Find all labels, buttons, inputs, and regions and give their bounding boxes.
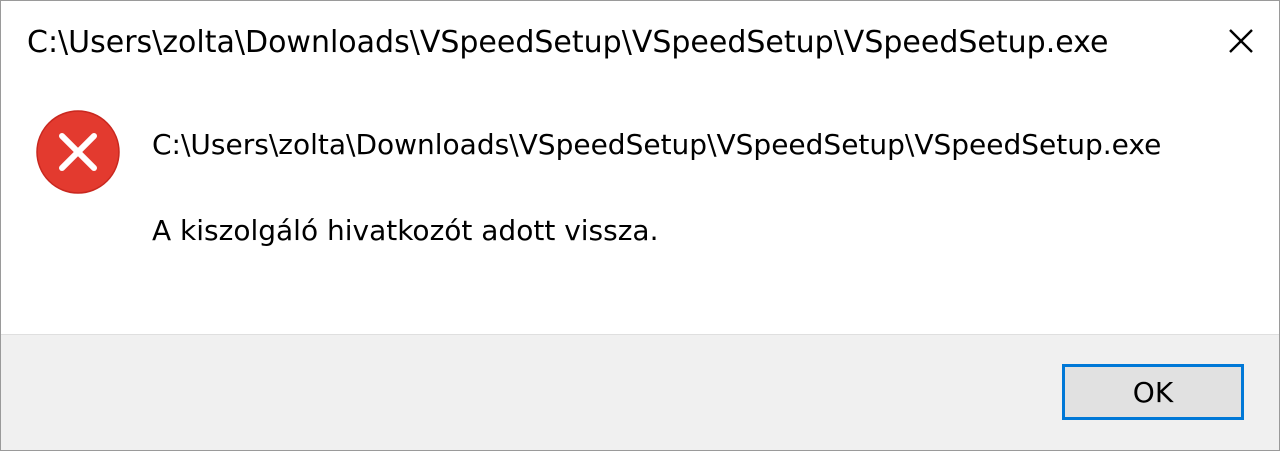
close-icon: [1229, 29, 1253, 53]
error-dialog: C:\Users\zolta\Downloads\VSpeedSetup\VSp…: [0, 0, 1280, 451]
title-bar[interactable]: C:\Users\zolta\Downloads\VSpeedSetup\VSp…: [1, 1, 1279, 87]
window-title: C:\Users\zolta\Downloads\VSpeedSetup\VSp…: [27, 25, 1109, 60]
message-text: A kiszolgáló hivatkozót adott vissza.: [152, 214, 659, 247]
close-button[interactable]: [1213, 15, 1269, 67]
ok-button[interactable]: OK: [1062, 364, 1244, 420]
message-path: C:\Users\zolta\Downloads\VSpeedSetup\VSp…: [152, 128, 1162, 161]
message-area: C:\Users\zolta\Downloads\VSpeedSetup\VSp…: [1, 87, 1279, 334]
button-bar: OK: [1, 334, 1279, 450]
error-icon: [36, 110, 120, 194]
